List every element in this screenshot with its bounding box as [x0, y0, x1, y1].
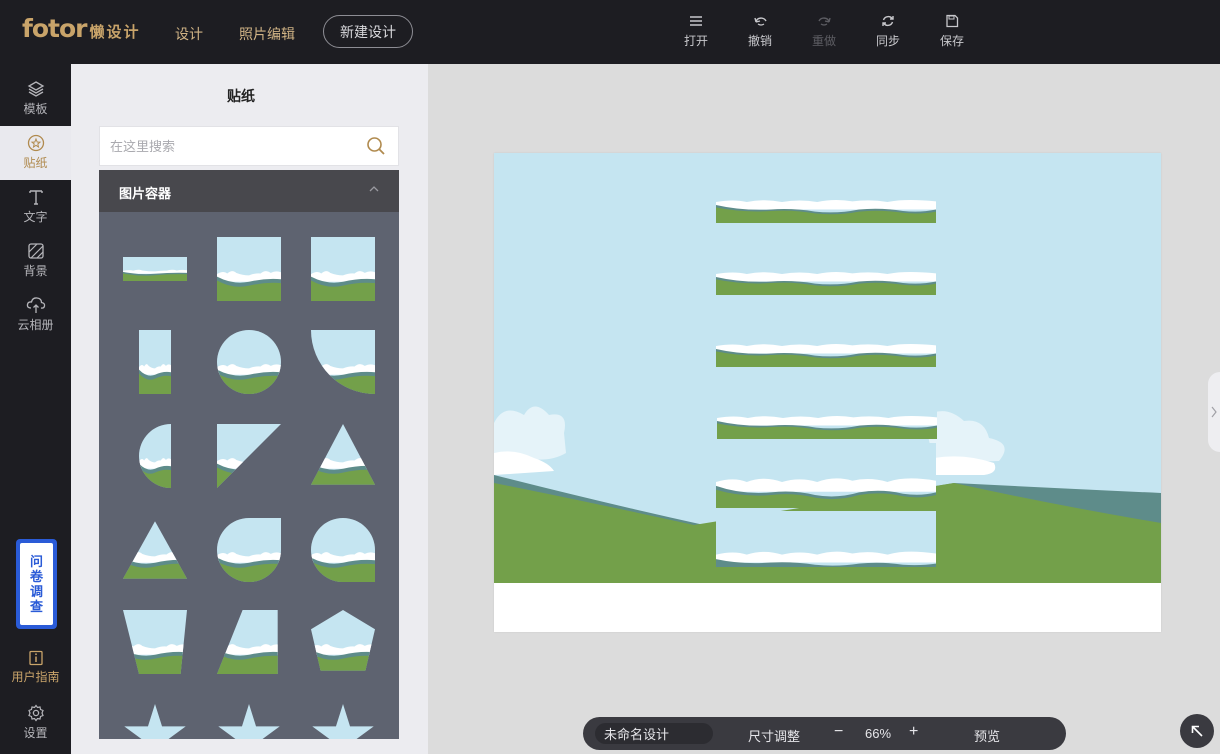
arrow-up-left-icon	[1191, 725, 1203, 737]
fotor-logo[interactable]: fotor 懒设计	[22, 14, 141, 46]
frame-rounded-arch[interactable]	[311, 518, 375, 582]
frame-quarter-cut[interactable]	[311, 330, 375, 394]
sidebar-item-template[interactable]: 模板	[0, 72, 71, 126]
left-rail: 模板 贴纸 文字 背景 云相册 问 卷 调 查 用户指南 设置	[0, 64, 71, 754]
zoom-level: 66%	[865, 726, 892, 741]
sidebar-item-sticker[interactable]: 贴纸	[0, 126, 71, 180]
frame-square[interactable]	[217, 237, 281, 301]
survey-char: 查	[29, 599, 43, 614]
sidebar-item-label: 文字	[23, 210, 48, 224]
search-box	[99, 126, 399, 166]
right-panel-toggle[interactable]	[1208, 372, 1220, 452]
sync-icon	[882, 15, 894, 27]
frame-star[interactable]	[123, 704, 187, 739]
zoom-in-button[interactable]: +	[909, 723, 918, 741]
chevron-up-icon[interactable]	[369, 186, 379, 192]
survey-button[interactable]: 问 卷 调 查	[16, 539, 57, 629]
chevron-right-icon	[1211, 406, 1217, 418]
logo-sub: 懒设计	[89, 24, 141, 41]
design-canvas[interactable]	[494, 153, 1161, 632]
frame-triangle-2[interactable]	[123, 518, 187, 582]
nav-photo-edit[interactable]: 照片编辑	[239, 24, 295, 44]
bottom-toolbar: 尺寸调整 − 66% + 预览	[583, 717, 1066, 750]
top-bar: fotor 懒设计 设计 照片编辑 新建设计 打开 撤销 重做 同步 保存	[0, 0, 1220, 64]
corner-action-button[interactable]	[1180, 714, 1214, 748]
frame-square-2[interactable]	[311, 237, 375, 301]
search-input[interactable]	[110, 127, 360, 165]
frame-tall-rectangle[interactable]	[139, 330, 171, 394]
sticker-icon	[27, 134, 44, 152]
sidebar-item-cloud[interactable]: 云相册	[0, 288, 71, 342]
undo-label: 撤销	[747, 34, 772, 48]
open-label: 打开	[683, 34, 708, 48]
survey-label: 问 卷 调 查	[20, 543, 53, 625]
category-header[interactable]: 图片容器	[99, 170, 399, 212]
settings-label: 设置	[23, 726, 48, 740]
preview-button[interactable]: 预览	[974, 726, 1000, 745]
zoom-out-button[interactable]: −	[834, 723, 843, 741]
survey-char: 卷	[29, 569, 43, 584]
menu-icon	[690, 16, 702, 26]
frame-triangle-diagonal[interactable]	[217, 424, 281, 488]
panel-title: 贴纸	[227, 88, 255, 104]
save-label: 保存	[939, 34, 964, 48]
sync-button[interactable]: 同步	[866, 14, 910, 49]
sidebar-item-label: 模板	[23, 102, 48, 116]
save-icon	[946, 14, 959, 28]
sync-label: 同步	[875, 34, 900, 48]
frame-half-circle[interactable]	[139, 424, 171, 488]
frame-star-3[interactable]	[311, 704, 375, 739]
logo-brand: fotor	[22, 14, 88, 43]
frame-circle[interactable]	[217, 330, 281, 394]
frame-pentagon[interactable]	[311, 610, 375, 674]
frame-wide-rectangle[interactable]	[123, 257, 187, 281]
sidebar-item-text[interactable]: 文字	[0, 180, 71, 234]
gear-icon	[27, 704, 44, 722]
info-icon	[28, 650, 43, 666]
resize-button[interactable]: 尺寸调整	[748, 726, 800, 745]
text-icon	[28, 190, 43, 205]
sidebar-item-label: 背景	[23, 264, 48, 278]
undo-button[interactable]: 撤销	[738, 14, 782, 49]
open-button[interactable]: 打开	[674, 14, 718, 49]
nav-design[interactable]: 设计	[175, 24, 203, 44]
layers-icon	[27, 81, 44, 97]
redo-button[interactable]: 重做	[802, 14, 846, 49]
redo-label: 重做	[811, 34, 836, 48]
frame-triangle[interactable]	[311, 424, 375, 488]
sidebar-item-guide[interactable]: 用户指南	[0, 642, 71, 696]
sticker-panel: 贴纸 图片容器	[71, 64, 428, 754]
design-name-input[interactable]	[595, 723, 713, 744]
sidebar-item-label: 云相册	[17, 318, 54, 332]
category-title: 图片容器	[119, 186, 172, 201]
cloud-upload-icon	[26, 297, 45, 313]
survey-char: 问	[29, 554, 43, 569]
landscape-image[interactable]	[494, 153, 1161, 632]
frame-star-2[interactable]	[217, 704, 281, 739]
sidebar-item-background[interactable]: 背景	[0, 234, 71, 288]
sidebar-item-settings[interactable]: 设置	[0, 696, 71, 750]
sidebar-item-label: 贴纸	[23, 156, 48, 170]
frame-trapezoid[interactable]	[123, 610, 187, 674]
redo-icon	[817, 17, 831, 26]
canvas-area	[428, 64, 1220, 754]
search-icon[interactable]	[366, 136, 386, 156]
undo-icon	[753, 17, 767, 26]
frame-parallelogram[interactable]	[217, 610, 281, 674]
survey-char: 调	[29, 584, 43, 599]
save-button[interactable]: 保存	[930, 14, 974, 49]
background-icon	[27, 243, 44, 259]
new-design-button[interactable]: 新建设计	[323, 15, 413, 48]
frame-teardrop[interactable]	[217, 518, 281, 582]
guide-label: 用户指南	[11, 670, 60, 684]
frame-grid	[99, 212, 399, 739]
